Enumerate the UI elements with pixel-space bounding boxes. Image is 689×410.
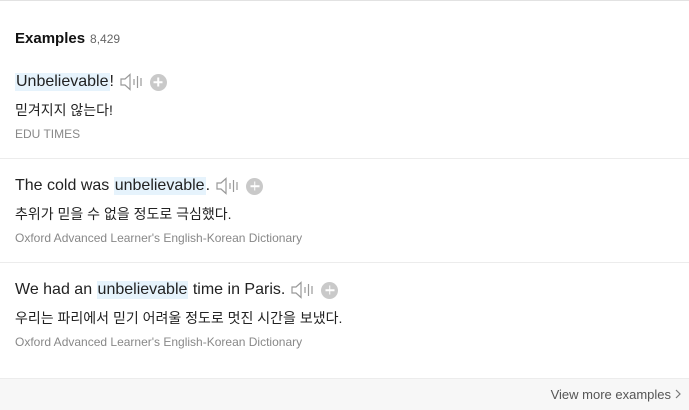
example-translation: 우리는 파리에서 믿기 어려울 정도로 멋진 시간을 보냈다. [15,310,343,326]
section-title: Examples [15,30,86,47]
example-sentence: We had an unbelievable time in Paris. [15,280,339,300]
sentence-prefix: We had an [15,281,97,298]
example-sentence: The cold was unbelievable . [15,176,264,196]
example-divider [0,158,689,159]
top-divider [0,0,689,1]
highlighted-word: Unbelievable [15,73,110,91]
sentence-suffix: ! [109,73,114,90]
speaker-icon[interactable] [215,176,241,196]
sentence-suffix: time in Paris. [188,281,286,298]
example-source: Oxford Advanced Learner's English-Korean… [15,335,303,349]
example-source: Oxford Advanced Learner's English-Korean… [15,231,303,245]
sentence-suffix: . [205,177,211,194]
view-more-label: View more examples [550,387,671,402]
speaker-icon[interactable] [290,280,316,300]
speaker-icon[interactable] [119,72,145,92]
example-divider [0,262,689,263]
example-translation: 믿겨지지 않는다! [15,102,113,118]
footer-bar: View more examples [0,378,689,410]
highlighted-word: unbelievable [96,281,189,299]
highlighted-word: unbelievable [113,177,206,195]
chevron-right-icon [675,387,681,402]
add-to-wordbook-icon[interactable] [321,281,339,299]
view-more-examples-link[interactable]: View more examples [551,387,681,402]
sentence-prefix: The cold was [15,177,114,194]
example-sentence: Unbelievable ! [15,72,167,92]
examples-count: 8,429 [90,32,121,46]
examples-header: Examples 8,429 [15,30,120,47]
add-to-wordbook-icon[interactable] [246,177,264,195]
add-to-wordbook-icon[interactable] [149,73,167,91]
example-source: EDU TIMES [15,127,81,141]
example-translation: 추위가 믿을 수 없을 정도로 극심했다. [15,206,232,222]
